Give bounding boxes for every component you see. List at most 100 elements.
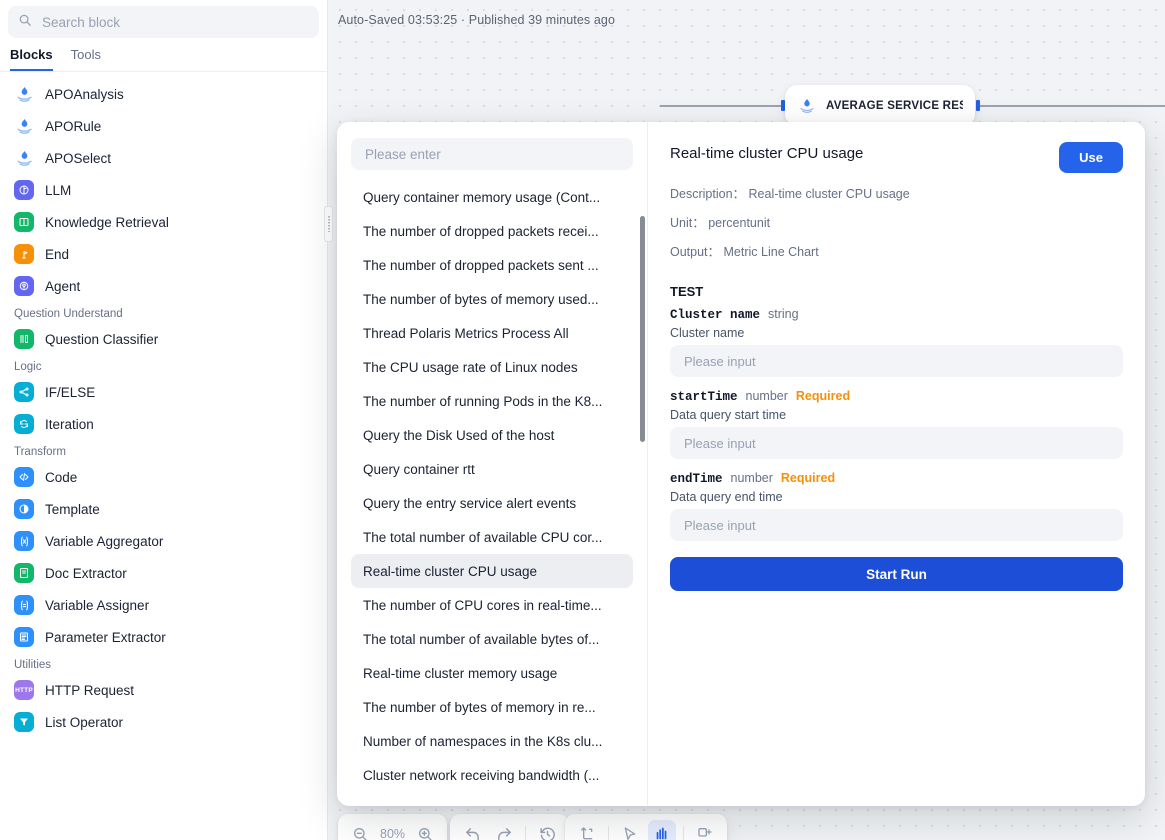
toolbar-divider (525, 826, 526, 840)
sidebar-item-aposelect[interactable]: APOSelect (0, 142, 327, 174)
metric-list-item-label: The number of bytes of memory in re... (363, 700, 621, 715)
metric-search-box[interactable] (351, 138, 633, 170)
tools-toolbar[interactable] (565, 814, 727, 840)
use-button[interactable]: Use (1059, 142, 1123, 173)
search-icon (18, 13, 32, 32)
template-icon (14, 499, 34, 519)
metric-list-scrollbar[interactable] (640, 216, 645, 442)
workflow-node[interactable]: AVERAGE SERVICE RESPONS (785, 85, 975, 126)
metric-list-item[interactable]: Query container rtt (351, 452, 633, 486)
sidebar-item-apoanalysis[interactable]: APOAnalysis (0, 78, 327, 110)
sidebar-item-label: Question Classifier (45, 332, 158, 347)
metric-list-item[interactable]: Real-time cluster memory usage (351, 656, 633, 690)
test-field-input[interactable] (682, 353, 1111, 370)
sidebar-item-template[interactable]: Template (0, 493, 327, 525)
sidebar-item-knowledge-retrieval[interactable]: Knowledge Retrieval (0, 206, 327, 238)
sidebar-item-question-classifier[interactable]: Question Classifier (0, 323, 327, 355)
sidebar-item-variable-assigner[interactable]: Variable Assigner (0, 589, 327, 621)
block-list: APOAnalysisAPORule APOSelect LLM Knowledge … (0, 72, 327, 840)
metric-list-item-label: Real-time cluster memory usage (363, 666, 621, 681)
sidebar-item-parameter-extractor[interactable]: Parameter Extractor (0, 621, 327, 653)
sidebar-item-list-operator[interactable]: List Operator (0, 706, 327, 738)
zoom-out-icon[interactable] (346, 820, 374, 840)
sidebar-item-label: Iteration (45, 417, 94, 432)
metric-list-item[interactable]: The number of bytes of memory used... (351, 282, 633, 316)
hand-icon[interactable] (648, 820, 676, 840)
search-input[interactable] (40, 14, 309, 31)
test-field-input[interactable] (682, 517, 1111, 534)
zoom-toolbar[interactable]: 80% (338, 814, 447, 840)
sidebar-item-label: Doc Extractor (45, 566, 127, 581)
start-run-button[interactable]: Start Run (670, 557, 1123, 591)
metric-list-item[interactable]: Query the entry service alert events (351, 486, 633, 520)
sidebar-item-agent[interactable]: Agent (0, 270, 327, 302)
test-field-input-wrap[interactable] (670, 345, 1123, 377)
metric-list-item[interactable]: The CPU usage rate of Linux nodes (351, 350, 633, 384)
sidebar-item-label: Parameter Extractor (45, 630, 166, 645)
test-field-input-wrap[interactable] (670, 509, 1123, 541)
metric-list-item[interactable]: The number of bytes of memory in re... (351, 690, 633, 724)
test-field-input[interactable] (682, 435, 1111, 452)
metric-list-item[interactable]: The number of dropped packets recei... (351, 214, 633, 248)
metric-list-item[interactable]: The number of CPU cores in real-time... (351, 588, 633, 622)
sidebar-item-llm[interactable]: LLM (0, 174, 327, 206)
metric-list-item[interactable]: The number of dropped packets sent ... (351, 248, 633, 282)
test-section-title: TEST (670, 284, 1123, 299)
history-icon[interactable] (533, 820, 561, 840)
sidebar-item-code[interactable]: Code (0, 461, 327, 493)
metric-list-item[interactable]: Thread Polaris Metrics Process All (351, 316, 633, 350)
zoom-level-label[interactable]: 80% (378, 827, 407, 840)
metric-list[interactable]: Query container memory usage (Cont...The… (337, 180, 647, 806)
block-group-label: Question Understand (0, 302, 327, 323)
metric-list-item-label: Thread Polaris Metrics Process All (363, 326, 621, 341)
metric-list-item[interactable]: The number of running Pods in the K8... (351, 384, 633, 418)
tab-tools[interactable]: Tools (71, 47, 101, 71)
test-field: startTimenumberRequiredData query start … (670, 389, 1123, 459)
metric-list-item[interactable]: Query container memory usage (Cont... (351, 180, 633, 214)
sidebar-resize-handle[interactable] (324, 206, 333, 242)
node-output-port[interactable] (976, 100, 980, 111)
test-field-required-badge: Required (796, 389, 850, 403)
metric-list-item[interactable]: The total number of available CPU cor... (351, 520, 633, 554)
metric-list-item[interactable]: The total number of available bytes of..… (351, 622, 633, 656)
test-field-type: number (746, 389, 788, 403)
organize-icon[interactable] (573, 820, 601, 840)
pointer-icon[interactable] (616, 820, 644, 840)
sidebar-item-variable-aggregator[interactable]: Variable Aggregator (0, 525, 327, 557)
test-field-input-wrap[interactable] (670, 427, 1123, 459)
toolbar-divider (608, 826, 609, 840)
http-icon: HTTP (14, 680, 34, 700)
sidebar-item-label: Knowledge Retrieval (45, 215, 169, 230)
sidebar-item-label: APOSelect (45, 151, 111, 166)
sidebar-item-doc-extractor[interactable]: Doc Extractor (0, 557, 327, 589)
search-box[interactable] (8, 6, 319, 38)
metric-list-item[interactable]: Cluster network receiving bandwidth (... (351, 758, 633, 792)
sidebar-item-aporule[interactable]: APORule (0, 110, 327, 142)
apo-flame-icon (14, 84, 34, 104)
add-note-icon[interactable] (691, 820, 719, 840)
sidebar-item-label: HTTP Request (45, 683, 134, 698)
code-icon (14, 467, 34, 487)
metric-list-item[interactable]: Number of namespaces in the K8s clu... (351, 724, 633, 758)
sidebar-item-label: List Operator (45, 715, 123, 730)
undo-icon[interactable] (458, 820, 486, 840)
sidebar-item-label: Variable Aggregator (45, 534, 163, 549)
test-field-name: startTime (670, 390, 738, 404)
test-field-description: Data query end time (670, 490, 1123, 504)
sidebar-item-label: Agent (45, 279, 80, 294)
metric-list-item-selected[interactable]: Real-time cluster CPU usage (351, 554, 633, 588)
sidebar-item-if-else[interactable]: IF/ELSE (0, 376, 327, 408)
zoom-in-icon[interactable] (411, 820, 439, 840)
tab-blocks[interactable]: Blocks (10, 47, 53, 71)
redo-icon[interactable] (490, 820, 518, 840)
sidebar-item-end[interactable]: End (0, 238, 327, 270)
sidebar-item-http-request[interactable]: HTTP HTTP Request (0, 674, 327, 706)
metric-list-item[interactable]: Query the Disk Used of the host (351, 418, 633, 452)
history-toolbar[interactable] (450, 814, 569, 840)
test-field-type: number (731, 471, 773, 485)
sidebar-item-iteration[interactable]: Iteration (0, 408, 327, 440)
metric-search-input[interactable] (363, 146, 621, 163)
description-value: Real-time cluster CPU usage (749, 187, 910, 201)
test-field-type: string (768, 307, 799, 321)
metric-list-item-label: The number of CPU cores in real-time... (363, 598, 621, 613)
